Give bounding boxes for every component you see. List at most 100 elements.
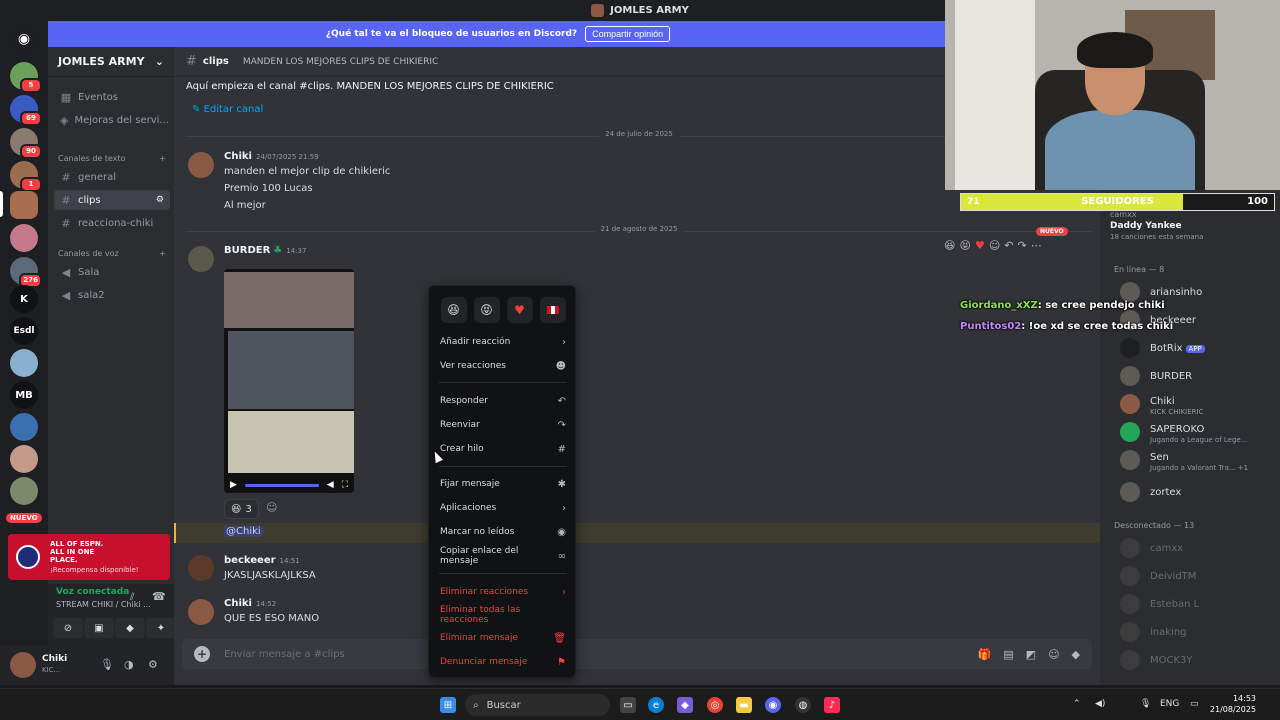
disconnect-icon[interactable]: ☎ bbox=[152, 590, 166, 603]
edge-browser-icon[interactable]: e bbox=[648, 697, 664, 713]
channel-topic[interactable]: MANDEN LOS MEJORES CLIPS DE CHIKIERIC bbox=[243, 57, 439, 67]
voice-channel-sala[interactable]: ◀ Sala bbox=[54, 262, 170, 282]
fullscreen-icon[interactable]: ⛶ bbox=[342, 480, 348, 490]
avatar[interactable] bbox=[188, 599, 214, 625]
server-icon-6[interactable] bbox=[10, 224, 38, 252]
server-icon-esdl[interactable]: Esdl bbox=[10, 317, 38, 345]
speaker-icon[interactable]: ◀) bbox=[1095, 699, 1105, 709]
member-item[interactable]: Chiki KICK CHIKIERIC bbox=[1120, 393, 1280, 417]
heart-icon[interactable]: ♥ bbox=[506, 297, 533, 323]
more-options-icon[interactable]: ⋯ bbox=[1031, 239, 1042, 252]
windows-start-icon[interactable]: ⊞ bbox=[440, 697, 456, 713]
member-item[interactable]: camxx bbox=[1120, 537, 1280, 561]
settings-gear-icon[interactable]: ⚙ bbox=[148, 658, 158, 671]
headphones-icon[interactable]: ◑ bbox=[124, 658, 134, 671]
taskbar-search[interactable]: ⌕ Buscar bbox=[465, 694, 610, 716]
edit-channel-link[interactable]: ✎ Editar canal bbox=[192, 104, 263, 115]
file-explorer-icon[interactable]: ▬ bbox=[736, 697, 752, 713]
channel-clips[interactable]: # clips ⚙ bbox=[54, 190, 170, 210]
add-channel-icon[interactable]: + bbox=[159, 249, 166, 258]
avatar[interactable] bbox=[188, 555, 214, 581]
avatar[interactable] bbox=[10, 652, 36, 678]
message-author[interactable]: Chiki 24/07/2025 21:59 bbox=[224, 151, 319, 162]
menu-pin-message[interactable]: Fijar mensaje ✱ bbox=[435, 473, 571, 495]
server-icon-jomles-army[interactable] bbox=[10, 191, 38, 219]
server-icon-12[interactable] bbox=[10, 413, 38, 441]
member-item[interactable]: inaking bbox=[1120, 621, 1280, 645]
menu-add-reaction[interactable]: Añadir reacción › bbox=[435, 331, 571, 353]
member-item[interactable]: Esteban L bbox=[1120, 593, 1280, 617]
server-icon-14[interactable] bbox=[10, 477, 38, 505]
user-mention[interactable]: @Chiki bbox=[224, 526, 263, 537]
message-author[interactable]: Chiki 14:52 bbox=[224, 598, 276, 609]
member-item[interactable]: BURDER bbox=[1120, 365, 1280, 389]
volume-icon[interactable]: ◀ bbox=[327, 480, 334, 490]
tiktok-icon[interactable]: ♪ bbox=[824, 697, 840, 713]
forward-icon[interactable]: ↷ bbox=[1018, 239, 1027, 252]
events-item[interactable]: ▦ Eventos bbox=[54, 87, 170, 107]
voice-channel-sala2[interactable]: ◀ sala2 bbox=[54, 285, 170, 305]
message-author[interactable]: beckeeer 14:51 bbox=[224, 555, 300, 566]
reaction-quick-1-icon[interactable]: 😆 bbox=[944, 239, 955, 252]
apps-icon[interactable]: ◆ bbox=[1072, 648, 1080, 661]
reaction-quick-2-icon[interactable]: 😝 bbox=[959, 239, 970, 252]
network-icon[interactable]: ▭ bbox=[1190, 699, 1199, 709]
menu-view-reactions[interactable]: Ver reacciones ☻ bbox=[435, 355, 571, 377]
server-icon-10[interactable] bbox=[10, 349, 38, 377]
soundboard-button[interactable]: ✦ bbox=[146, 618, 176, 638]
taskbar-clock[interactable]: 14:53 21/08/2025 bbox=[1210, 693, 1256, 715]
member-item[interactable]: MOCK3Y bbox=[1120, 649, 1280, 673]
menu-forward[interactable]: Reenviar ↷ bbox=[435, 414, 571, 436]
peru-flag-icon[interactable] bbox=[539, 297, 566, 323]
add-reaction-icon[interactable]: ☺ bbox=[266, 501, 282, 517]
guild-header[interactable]: JOMLES ARMY ⌄ bbox=[48, 47, 174, 77]
tongue-emoji-icon[interactable]: 😝 bbox=[473, 297, 500, 323]
new-servers-badge[interactable]: NUEVO bbox=[6, 513, 42, 523]
member-item[interactable]: SAPEROKO Jugando a League of Lege... bbox=[1120, 421, 1280, 445]
server-icon-mb[interactable]: MB bbox=[10, 381, 38, 409]
share-feedback-button[interactable]: Compartir opinión bbox=[585, 26, 671, 42]
voice-channels-category[interactable]: Canales de voz + bbox=[58, 249, 166, 258]
avatar[interactable] bbox=[188, 246, 214, 272]
grinning-emoji-icon[interactable]: 😆 bbox=[440, 297, 467, 323]
invite-and-settings-icon[interactable]: ⚙ bbox=[156, 195, 164, 205]
add-reaction-icon[interactable]: ☺ bbox=[989, 239, 1000, 252]
activity-card[interactable]: camxx Daddy Yankee 18 canciones esta sem… bbox=[1110, 210, 1275, 250]
microphone-icon[interactable]: 🎙 bbox=[100, 658, 114, 671]
copilot-icon[interactable]: ◆ bbox=[677, 697, 693, 713]
emoji-icon[interactable]: ☺ bbox=[1048, 648, 1059, 661]
microphone-icon[interactable]: 🎙 bbox=[1140, 699, 1151, 709]
message-author[interactable]: BURDER ♣ 14:37 bbox=[224, 245, 306, 256]
noise-suppression-icon[interactable]: ⫽ bbox=[130, 592, 134, 603]
menu-reply[interactable]: Responder ↶ bbox=[435, 390, 571, 412]
member-item[interactable]: zortex bbox=[1120, 481, 1280, 505]
menu-report-message[interactable]: Denunciar mensaje ⚑ bbox=[435, 651, 571, 673]
menu-mark-unread[interactable]: Marcar no leídos ◉ bbox=[435, 521, 571, 543]
camera-off-button[interactable]: ⊘ bbox=[53, 618, 83, 638]
chrome-icon[interactable]: ◎ bbox=[707, 697, 723, 713]
gif-icon[interactable]: ▤ bbox=[1003, 648, 1013, 661]
message-composer[interactable]: + Enviar mensaje a #clips 🎁 ▤ ◩ ☺ ◆ bbox=[182, 639, 1092, 669]
menu-create-thread[interactable]: Crear hilo # bbox=[435, 438, 571, 460]
menu-remove-reactions[interactable]: Eliminar reacciones › bbox=[435, 581, 571, 603]
discord-home-icon[interactable]: ◉ bbox=[10, 25, 38, 53]
member-item[interactable]: Sen Jugando a Valorant Tra... +1 bbox=[1120, 449, 1280, 473]
add-channel-icon[interactable]: + bbox=[159, 154, 166, 163]
heart-icon[interactable]: ♥ bbox=[975, 239, 985, 252]
menu-apps[interactable]: Aplicaciones › bbox=[435, 497, 571, 519]
play-icon[interactable]: ▶ bbox=[230, 480, 237, 490]
video-progress-bar[interactable] bbox=[244, 483, 319, 487]
task-view-icon[interactable]: ▭ bbox=[620, 697, 636, 713]
server-icon-2[interactable]: 69 bbox=[10, 95, 42, 126]
reply-icon[interactable]: ↶ bbox=[1004, 239, 1013, 252]
text-channels-category[interactable]: Canales de texto + bbox=[58, 154, 166, 163]
voice-channel-name[interactable]: STREAM CHIKI / Chiki ... bbox=[56, 600, 156, 609]
avatar[interactable] bbox=[188, 152, 214, 178]
sticker-icon[interactable]: ◩ bbox=[1026, 648, 1036, 661]
server-icon-7[interactable]: 276 bbox=[10, 257, 42, 288]
discord-taskbar-icon[interactable]: ◉ bbox=[765, 697, 781, 713]
boosts-item[interactable]: ◈ Mejoras del servi... bbox=[54, 110, 170, 130]
chevron-up-icon[interactable]: ⌃ bbox=[1073, 699, 1081, 709]
channel-reacciona-chiki[interactable]: # reacciona-chiki bbox=[54, 213, 170, 233]
reaction-chip[interactable]: 😆 3 bbox=[224, 499, 259, 519]
